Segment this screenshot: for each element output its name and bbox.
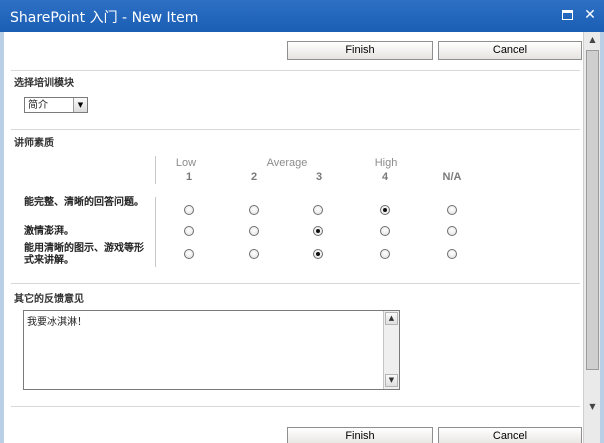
finish-button[interactable]: Finish (287, 41, 433, 60)
rating-radio-q1-2[interactable] (249, 205, 259, 215)
question-2-label: 激情澎湃。 (24, 226, 74, 237)
scale-column-3: 3 (315, 171, 323, 183)
rating-radio-q3-1[interactable] (184, 249, 194, 259)
scroll-down-icon[interactable]: ▼ (385, 374, 398, 387)
rating-radio-q3-4[interactable] (380, 249, 390, 259)
scroll-down-icon[interactable]: ▼ (586, 402, 599, 412)
rating-radio-q1-na[interactable] (447, 205, 457, 215)
scale-column-na: N/A (442, 171, 462, 183)
feedback-text: 我要冰淇淋！ (27, 317, 87, 328)
rating-radio-q3-2[interactable] (249, 249, 259, 259)
feedback-label: 其它的反馈意见 (14, 294, 84, 305)
rating-radio-q1-3[interactable] (313, 205, 323, 215)
rating-header-divider (155, 156, 156, 184)
scale-label-low: Low (175, 157, 197, 169)
scale-label-average: Average (266, 157, 308, 169)
question-3-label: 能用清晰的图示、游戏等形式来讲解。 (24, 243, 144, 266)
rating-radio-q3-na[interactable] (447, 249, 457, 259)
rating-radio-q2-3[interactable] (313, 226, 323, 236)
rating-radio-q2-2[interactable] (249, 226, 259, 236)
divider (11, 70, 580, 71)
scroll-thumb[interactable] (586, 50, 599, 370)
question-1-label: 能完整、清晰的回答问题。 (24, 197, 144, 208)
feedback-scrollbar[interactable]: ▲ ▼ (383, 311, 399, 389)
cancel-button-bottom[interactable]: Cancel (438, 427, 582, 443)
rating-radio-q2-1[interactable] (184, 226, 194, 236)
maximize-icon[interactable] (560, 7, 576, 23)
cancel-button[interactable]: Cancel (438, 41, 582, 60)
scale-label-high: High (374, 157, 398, 169)
rating-radio-q2-4[interactable] (380, 226, 390, 236)
rating-radio-q1-1[interactable] (184, 205, 194, 215)
scale-column-1: 1 (185, 171, 193, 183)
divider (11, 129, 580, 130)
page-scrollbar[interactable]: ▲ ▼ (583, 32, 600, 443)
rating-radio-q2-na[interactable] (447, 226, 457, 236)
window-title: SharePoint 入门 - New Item (10, 10, 199, 26)
module-select-value: 简介 (28, 100, 48, 111)
divider (11, 406, 580, 407)
scroll-up-icon[interactable]: ▲ (385, 312, 398, 325)
rating-radio-q1-4[interactable] (380, 205, 390, 215)
scale-column-4: 4 (381, 171, 389, 183)
close-icon[interactable]: ✕ (582, 7, 598, 23)
window-frame-left (0, 32, 4, 443)
scale-column-2: 2 (250, 171, 258, 183)
feedback-textarea[interactable]: 我要冰淇淋！ ▲ ▼ (23, 310, 400, 390)
rating-radio-q3-3[interactable] (313, 249, 323, 259)
finish-button-bottom[interactable]: Finish (287, 427, 433, 443)
chevron-down-icon[interactable]: ▼ (73, 98, 87, 112)
rating-label: 讲师素质 (14, 138, 54, 149)
scroll-up-icon[interactable]: ▲ (586, 35, 599, 45)
module-select[interactable]: 简介 ▼ (24, 97, 88, 113)
divider (11, 283, 580, 284)
window-titlebar: SharePoint 入门 - New Item ✕ (0, 0, 604, 32)
rating-rows-divider (155, 197, 156, 267)
window-frame-right (600, 32, 604, 443)
module-label: 选择培训模块 (14, 78, 74, 89)
